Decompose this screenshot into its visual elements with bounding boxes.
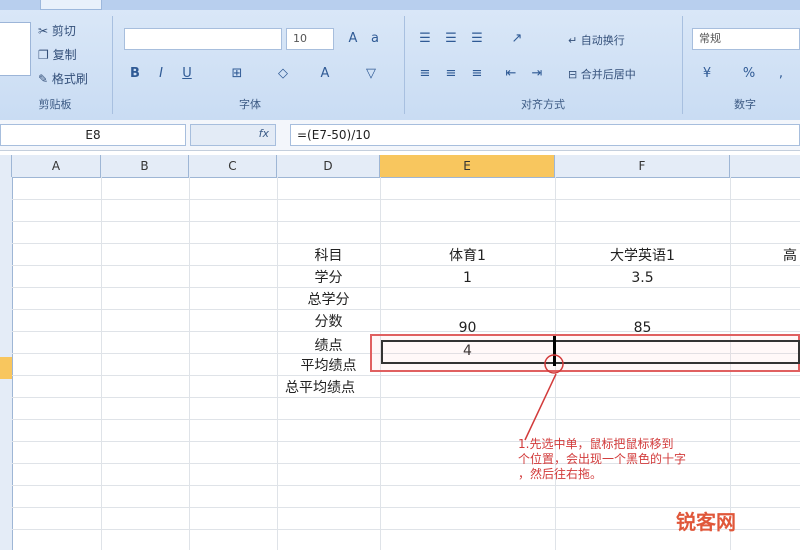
currency-icon[interactable]: ¥ — [696, 64, 718, 84]
copy-icon: ❐ — [38, 48, 49, 62]
copy-label: 复制 — [52, 48, 77, 62]
watermark-logo: 锐客网 — [676, 510, 736, 534]
format-painter-label: 格式刷 — [51, 72, 88, 86]
wrap-text-icon: ↵ — [568, 34, 578, 47]
cell-d-avg-gpa[interactable]: 平均绩点 — [277, 355, 380, 377]
group-separator — [682, 16, 683, 114]
column-header-g[interactable] — [730, 155, 800, 177]
grid-line — [12, 309, 800, 310]
grid-line — [12, 419, 800, 420]
formula-bar: E8 fx =(E7-50)/10 — [0, 120, 800, 151]
cut-label: 剪切 — [51, 24, 76, 38]
grid-line — [12, 375, 800, 376]
annotation-line-2: 个位置，会出现一个黑色的十字 — [518, 452, 687, 466]
grid-line — [12, 221, 800, 222]
alignment-group-label: 对齐方式 — [521, 98, 565, 111]
align-bottom-icon[interactable]: ☰ — [466, 29, 488, 49]
name-box[interactable]: E8 — [0, 124, 186, 146]
font-color-icon[interactable]: A — [314, 64, 336, 84]
decrease-indent-icon[interactable]: ⇤ — [500, 64, 522, 84]
cell-d-subject[interactable]: 科目 — [277, 245, 380, 267]
column-header-d[interactable]: D — [277, 155, 380, 177]
column-header-f[interactable]: F — [555, 155, 730, 177]
column-header: A B C D E F — [0, 155, 800, 178]
column-header-b[interactable]: B — [101, 155, 189, 177]
brush-icon: ✎ — [38, 72, 49, 86]
comma-style-icon[interactable]: , — [770, 64, 792, 84]
cell-d-score[interactable]: 分数 — [277, 311, 380, 333]
wrap-text-label: 自动换行 — [580, 34, 625, 47]
column-header-c[interactable]: C — [189, 155, 277, 177]
orientation-icon[interactable]: ↗ — [506, 29, 528, 49]
group-separator — [112, 16, 113, 114]
underline-icon[interactable]: U — [176, 64, 198, 84]
bold-icon[interactable]: B — [124, 64, 146, 84]
align-center-icon[interactable]: ≡ — [440, 64, 462, 84]
cell-d-gpa[interactable]: 绩点 — [277, 335, 380, 357]
scissors-icon: ✂ — [38, 24, 49, 38]
column-header-a[interactable]: A — [12, 155, 101, 177]
cell-d-credit[interactable]: 学分 — [277, 267, 380, 289]
font-size-combo[interactable]: 10 — [286, 28, 334, 50]
grid-line — [12, 243, 800, 244]
select-all-corner[interactable] — [0, 155, 12, 177]
copy-button[interactable]: ❐ 复制 — [38, 46, 77, 63]
grid-line — [189, 177, 190, 550]
cell-f-subject[interactable]: 大学英语1 — [555, 245, 730, 267]
phonetic-icon[interactable]: ▽ — [360, 64, 382, 84]
cell-e-subject[interactable]: 体育1 — [380, 245, 555, 267]
font-name-combo[interactable] — [124, 28, 282, 50]
format-painter-button[interactable]: ✎ 格式刷 — [38, 70, 88, 87]
clipboard-group-label: 剪贴板 — [38, 98, 72, 111]
annotation-line-3: ，然后往右拖。 — [518, 467, 603, 481]
grid-line — [12, 397, 800, 398]
merge-icon: ⊟ — [568, 68, 578, 81]
align-middle-icon[interactable]: ☰ — [440, 29, 462, 49]
grid-line — [101, 177, 102, 550]
paste-icon[interactable] — [0, 22, 31, 76]
cell-g-subject-partial[interactable]: 高 — [780, 245, 800, 267]
increase-indent-icon[interactable]: ⇥ — [526, 64, 548, 84]
font-group-label: 字体 — [239, 98, 261, 111]
wrap-text-button[interactable]: ↵ 自动换行 — [568, 32, 625, 48]
group-separator — [404, 16, 405, 114]
cut-button[interactable]: ✂ 剪切 — [38, 22, 76, 39]
annotation-note: 1.先选中单，鼠标把鼠标移到 个位置，会出现一个黑色的十字 ，然后往右拖。 — [518, 437, 800, 499]
annotation-line-1: 1.先选中单，鼠标把鼠标移到 — [518, 437, 674, 451]
formula-input[interactable]: =(E7-50)/10 — [290, 124, 800, 146]
cell-e-credit[interactable]: 1 — [380, 267, 555, 289]
row-header[interactable] — [0, 177, 13, 550]
number-format-combo[interactable]: 常规 — [692, 28, 800, 50]
border-icon[interactable]: ⊞ — [226, 64, 248, 84]
fill-color-icon[interactable]: ◇ — [272, 64, 294, 84]
merge-center-label: 合并后居中 — [580, 68, 636, 81]
cell-d-total-credit[interactable]: 总学分 — [277, 289, 380, 311]
selected-range — [381, 340, 800, 364]
ribbon-tab-strip — [0, 0, 800, 10]
ribbon-tab-home[interactable] — [40, 0, 102, 10]
cell-f-credit[interactable]: 3.5 — [555, 267, 730, 289]
fill-handle[interactable] — [553, 336, 556, 366]
ribbon: ✂ 剪切 ❐ 复制 ✎ 格式刷 剪贴板 10 A a B I U ⊞ ◇ A ▽… — [0, 0, 800, 121]
align-right-icon[interactable]: ≡ — [466, 64, 488, 84]
cell-d-total-avg-gpa[interactable]: 总平均绩点 — [260, 377, 380, 399]
grid-line — [12, 199, 800, 200]
active-row-marker — [0, 357, 12, 379]
align-top-icon[interactable]: ☰ — [414, 29, 436, 49]
grow-font-icon[interactable]: A — [342, 29, 364, 49]
formula-tools: fx — [190, 124, 276, 146]
shrink-font-icon[interactable]: a — [364, 29, 386, 49]
align-left-icon[interactable]: ≡ — [414, 64, 436, 84]
italic-icon[interactable]: I — [150, 64, 172, 84]
number-group-label: 数字 — [734, 98, 756, 111]
percent-icon[interactable]: % — [738, 64, 760, 84]
merge-center-button[interactable]: ⊟ 合并后居中 — [568, 66, 636, 82]
column-header-e[interactable]: E — [380, 155, 555, 177]
fx-icon[interactable]: fx — [259, 127, 269, 140]
